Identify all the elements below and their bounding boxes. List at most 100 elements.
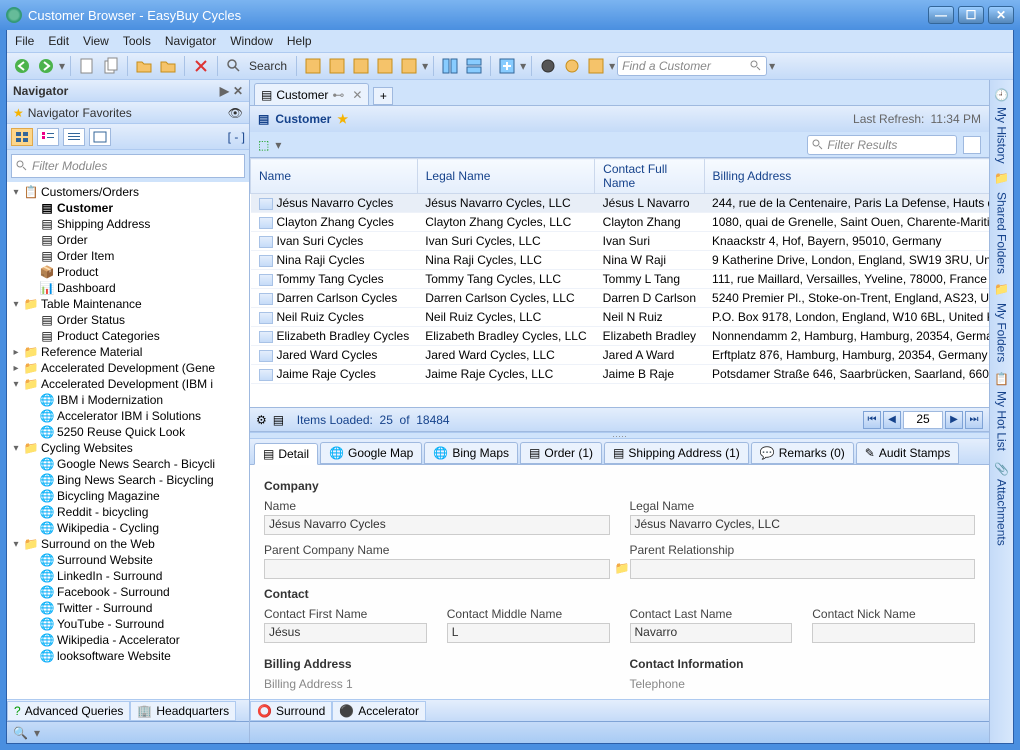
view-card-button[interactable] <box>89 128 111 146</box>
menu-help[interactable]: Help <box>287 34 312 48</box>
field-contact-middle[interactable]: L <box>447 623 610 643</box>
field-parent-company[interactable] <box>264 559 610 579</box>
detail-tab-google-map[interactable]: 🌐Google Map <box>320 442 422 464</box>
table-cell[interactable]: Darren Carlson Cycles <box>251 289 418 308</box>
table-cell[interactable]: Ivan Suri Cycles <box>251 232 418 251</box>
rail-attachments[interactable]: 📎Attachments <box>995 457 1009 550</box>
tree-item-order-item[interactable]: ▤Order Item <box>27 248 249 264</box>
table-cell[interactable]: Neil N Ruiz <box>595 308 704 327</box>
menu-tools[interactable]: Tools <box>123 34 151 48</box>
table-row[interactable]: Jaime Raje CyclesJaime Raje Cycles, LLCJ… <box>251 365 990 384</box>
tree-item-cycling-websites[interactable]: ▾📁Cycling Websites <box>11 440 249 456</box>
last-page-button[interactable]: ⏭ <box>965 411 983 429</box>
table-cell[interactable]: Jésus L Navarro <box>595 194 704 213</box>
tree-item-ibmi-mod[interactable]: 🌐IBM i Modernization <box>27 392 249 408</box>
table-cell[interactable]: Ivan Suri Cycles, LLC <box>417 232 594 251</box>
gear-icon[interactable]: ⚙ <box>256 413 267 427</box>
tab-surround[interactable]: ⭕Surround <box>250 701 332 721</box>
table-cell[interactable]: Jared Ward Cycles, LLC <box>417 346 594 365</box>
star-icon[interactable]: ★ <box>337 112 348 126</box>
table-row[interactable]: Jésus Navarro CyclesJésus Navarro Cycles… <box>251 194 990 213</box>
dropdown-icon[interactable]: ▾ <box>34 726 40 740</box>
table-cell[interactable]: Tommy L Tang <box>595 270 704 289</box>
excel-icon[interactable]: ⬚ <box>258 138 269 152</box>
dropdown-icon[interactable]: ▾ <box>422 59 428 73</box>
back-button[interactable] <box>11 55 33 77</box>
tool-icon-3[interactable] <box>350 55 372 77</box>
view-grid-button[interactable] <box>11 128 33 146</box>
delete-icon[interactable] <box>190 55 212 77</box>
dropdown-icon[interactable]: ▾ <box>59 59 65 73</box>
tree-item-order-status[interactable]: ▤Order Status <box>27 312 249 328</box>
tab-accelerator[interactable]: ⚫Accelerator <box>332 701 426 721</box>
disk-icon[interactable] <box>537 55 559 77</box>
table-cell[interactable]: Knaackstr 4, Hof, Bayern, 95010, Germany <box>704 232 989 251</box>
field-contact-first[interactable]: Jésus <box>264 623 427 643</box>
tree-item-bing-news[interactable]: 🌐Bing News Search - Bicycling <box>27 472 249 488</box>
table-cell[interactable]: Ivan Suri <box>595 232 704 251</box>
magnifier-icon[interactable]: 🔍 <box>13 726 28 740</box>
field-contact-last[interactable]: Navarro <box>630 623 793 643</box>
tree-item-5250[interactable]: 🌐5250 Reuse Quick Look <box>27 424 249 440</box>
detail-tab-detail[interactable]: ▤Detail <box>254 443 318 465</box>
close-button[interactable]: ✕ <box>988 6 1014 24</box>
field-name[interactable]: Jésus Navarro Cycles <box>264 515 610 535</box>
folder-lookup-icon[interactable]: 📁 <box>615 561 630 575</box>
table-cell[interactable]: Neil Ruiz Cycles <box>251 308 418 327</box>
table-cell[interactable]: Erftplatz 876, Hamburg, Hamburg, 20354, … <box>704 346 989 365</box>
tree-item-customers-orders[interactable]: ▾📋Customers/Orders <box>11 184 249 200</box>
table-cell[interactable]: Elizabeth Bradley Cycles <box>251 327 418 346</box>
table-row[interactable]: Tommy Tang CyclesTommy Tang Cycles, LLCT… <box>251 270 990 289</box>
tab-advanced-queries[interactable]: ?Advanced Queries <box>7 701 130 721</box>
detail-tab-order[interactable]: ▤Order (1) <box>520 442 602 464</box>
dropdown-icon[interactable]: ▾ <box>609 59 615 73</box>
table-cell[interactable]: Jared Ward Cycles <box>251 346 418 365</box>
table-cell[interactable]: Darren Carlson Cycles, LLC <box>417 289 594 308</box>
view-detail-button[interactable] <box>63 128 85 146</box>
tag-icon[interactable] <box>585 55 607 77</box>
tree-item-surround-site[interactable]: 🌐Surround Website <box>27 552 249 568</box>
detail-tab-shipping[interactable]: ▤Shipping Address (1) <box>604 442 749 464</box>
table-cell[interactable]: Nonnendamm 2, Hamburg, Hamburg, 20354, G… <box>704 327 989 346</box>
menu-view[interactable]: View <box>83 34 109 48</box>
tool-icon-5[interactable] <box>398 55 420 77</box>
tree-item-product-categories[interactable]: ▤Product Categories <box>27 328 249 344</box>
table-cell[interactable]: Nina W Raji <box>595 251 704 270</box>
table-row[interactable]: Ivan Suri CyclesIvan Suri Cycles, LLCIva… <box>251 232 990 251</box>
tool-icon-1[interactable] <box>302 55 324 77</box>
table-row[interactable]: Darren Carlson CyclesDarren Carlson Cycl… <box>251 289 990 308</box>
tab-headquarters[interactable]: 🏢Headquarters <box>130 701 236 721</box>
table-row[interactable]: Elizabeth Bradley CyclesElizabeth Bradle… <box>251 327 990 346</box>
table-cell[interactable]: 1080, quai de Grenelle, Saint Ouen, Char… <box>704 213 989 232</box>
horizontal-splitter[interactable]: ····· <box>250 432 989 439</box>
filter-modules-input[interactable]: Filter Modules <box>11 154 245 178</box>
table-row[interactable]: Neil Ruiz CyclesNeil Ruiz Cycles, LLCNei… <box>251 308 990 327</box>
table-row[interactable]: Jared Ward CyclesJared Ward Cycles, LLCJ… <box>251 346 990 365</box>
copy-icon[interactable] <box>100 55 122 77</box>
table-cell[interactable]: 111, rue Maillard, Versailles, Yveline, … <box>704 270 989 289</box>
tree-item-order[interactable]: ▤Order <box>27 232 249 248</box>
tree-item-accel-ibmi[interactable]: ▾📁Accelerated Development (IBM i <box>11 376 249 392</box>
menu-window[interactable]: Window <box>230 34 273 48</box>
tree-item-wikipedia-accel[interactable]: 🌐Wikipedia - Accelerator <box>27 632 249 648</box>
column-header[interactable]: Legal Name <box>417 159 594 194</box>
new-document-icon[interactable] <box>76 55 98 77</box>
column-header[interactable]: Name <box>251 159 418 194</box>
table-cell[interactable]: P.O. Box 9178, London, England, W10 6BL,… <box>704 308 989 327</box>
tree-item-bicycling-mag[interactable]: 🌐Bicycling Magazine <box>27 488 249 504</box>
tree-item-table-maintenance[interactable]: ▾📁Table Maintenance <box>11 296 249 312</box>
rail-my-folders[interactable]: 📁My Folders <box>995 280 1009 366</box>
tree-item-accel-ibmi-sol[interactable]: 🌐Accelerator IBM i Solutions <box>27 408 249 424</box>
forward-button[interactable] <box>35 55 57 77</box>
pin-icon[interactable]: ⊷ <box>332 88 344 102</box>
tree-item-dashboard[interactable]: 📊Dashboard <box>27 280 249 296</box>
tree-item-twitter[interactable]: 🌐Twitter - Surround <box>27 600 249 616</box>
tree-item-facebook[interactable]: 🌐Facebook - Surround <box>27 584 249 600</box>
table-cell[interactable]: Clayton Zhang Cycles <box>251 213 418 232</box>
detail-tab-bing-maps[interactable]: 🌐Bing Maps <box>424 442 518 464</box>
tree-item-google-news[interactable]: 🌐Google News Search - Bicycli <box>27 456 249 472</box>
tree-item-wikipedia-cycling[interactable]: 🌐Wikipedia - Cycling <box>27 520 249 536</box>
folder-open-icon[interactable] <box>133 55 155 77</box>
new-tab-button[interactable]: + <box>373 87 393 105</box>
data-grid[interactable]: NameLegal NameContact Full NameBilling A… <box>250 158 989 408</box>
